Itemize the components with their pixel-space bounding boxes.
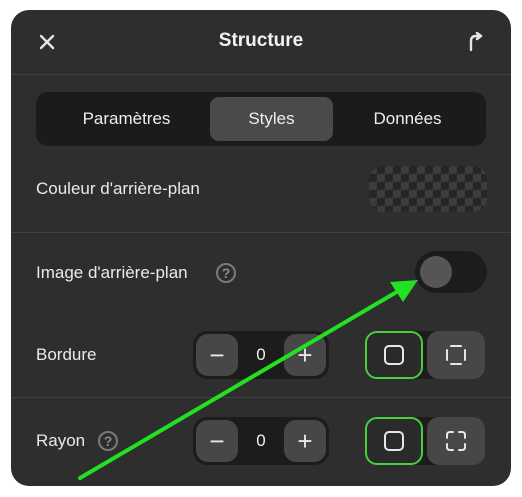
border-increment-button[interactable]: +: [284, 334, 326, 376]
row-divider: [11, 397, 511, 398]
panel-title: Structure: [218, 30, 304, 51]
border-decrement-button[interactable]: −: [196, 334, 238, 376]
background-image-label: Image d'arrière-plan: [36, 263, 188, 282]
panel-header: Structure: [11, 10, 511, 74]
row-divider: [11, 232, 511, 233]
border-all-sides-button[interactable]: [365, 331, 423, 379]
individual-sides-icon: [446, 345, 466, 365]
border-mode-group: [365, 331, 485, 379]
radius-label: Rayon: [36, 431, 86, 450]
header-divider: [11, 74, 511, 75]
radius-value[interactable]: 0: [241, 417, 281, 465]
tab-parametres[interactable]: Paramètres: [65, 97, 188, 141]
square-icon: [384, 345, 404, 365]
radius-all-corners-button[interactable]: [365, 417, 423, 465]
background-image-toggle[interactable]: [415, 251, 487, 293]
background-color-label: Couleur d'arrière-plan: [36, 179, 200, 198]
radius-mode-group: [365, 417, 485, 465]
share-arrow-icon: [469, 32, 483, 52]
square-icon: [384, 431, 404, 451]
border-label: Bordure: [36, 345, 97, 364]
border-stepper: − 0 +: [193, 331, 329, 379]
border-individual-sides-button[interactable]: [427, 331, 485, 379]
background-color-swatch[interactable]: [369, 166, 487, 212]
structure-panel: Structure Paramètres Styles Données Coul…: [11, 10, 511, 486]
publish-button[interactable]: [463, 30, 487, 54]
tab-bar: Paramètres Styles Données: [36, 92, 486, 146]
tab-styles[interactable]: Styles: [210, 97, 333, 141]
border-value[interactable]: 0: [241, 331, 281, 379]
radius-decrement-button[interactable]: −: [196, 420, 238, 462]
toggle-knob: [420, 256, 452, 288]
tab-donnees[interactable]: Données: [346, 97, 469, 141]
radius-stepper: − 0 +: [193, 417, 329, 465]
individual-corners-icon: [446, 431, 466, 451]
help-icon[interactable]: ?: [216, 263, 236, 283]
help-icon[interactable]: ?: [98, 431, 118, 451]
radius-individual-corners-button[interactable]: [427, 417, 485, 465]
radius-increment-button[interactable]: +: [284, 420, 326, 462]
